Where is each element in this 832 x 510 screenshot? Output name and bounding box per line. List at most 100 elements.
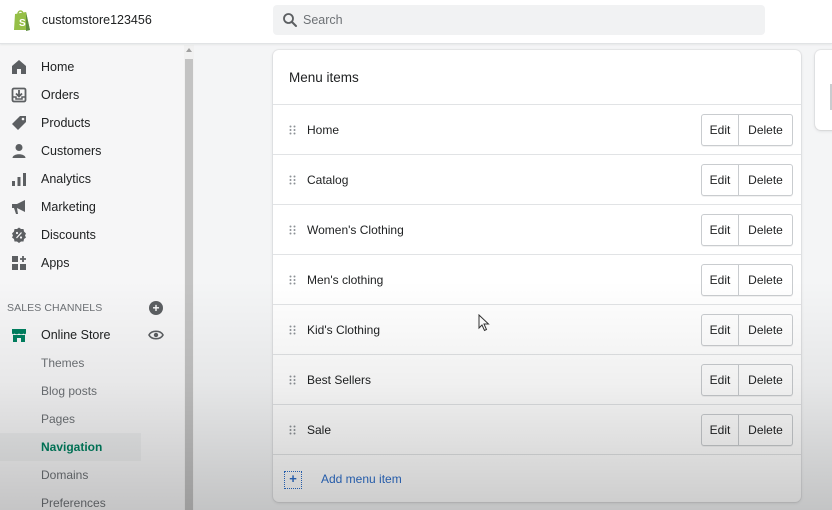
megaphone-icon (10, 198, 28, 216)
drag-handle-icon[interactable] (289, 425, 296, 435)
sidebar-item-label: Orders (41, 88, 80, 102)
menu-item-row[interactable]: Catalog Edit Delete (273, 155, 801, 205)
sidebar-item-label: Customers (41, 144, 102, 158)
sidebar-item-label: Marketing (41, 200, 96, 214)
sidebar-subitem-label: Domains (41, 468, 89, 482)
sidebar-item-label: Analytics (41, 172, 92, 186)
sidebar-subitem-pages[interactable]: Pages (0, 405, 141, 433)
sidebar-item-customers[interactable]: Customers (0, 137, 184, 165)
drag-handle-icon[interactable] (289, 325, 296, 335)
search-icon (283, 13, 297, 27)
sidebar-item-home[interactable]: Home (0, 53, 184, 81)
store-name[interactable]: customstore123456 (42, 13, 152, 27)
sidebar-scrollbar[interactable] (184, 45, 194, 510)
add-sales-channel-icon[interactable]: + (149, 301, 163, 315)
search-bar[interactable] (273, 5, 765, 35)
menu-item-row[interactable]: Women's Clothing Edit Delete (273, 205, 801, 255)
menu-item-label: Catalog (307, 173, 349, 187)
sidebar-subitem-label: Pages (41, 412, 76, 426)
add-menu-item-label: Add menu item (321, 472, 402, 486)
add-menu-item-button[interactable]: + Add menu item (273, 455, 801, 502)
drag-handle-icon[interactable] (289, 125, 296, 135)
sidebar-item-apps[interactable]: Apps (0, 249, 184, 277)
drag-handle-icon[interactable] (289, 225, 296, 235)
menu-item-row[interactable]: Best Sellers Edit Delete (273, 355, 801, 405)
eye-icon[interactable] (148, 328, 164, 342)
edit-button[interactable]: Edit (702, 215, 739, 245)
sidebar-subitem-themes[interactable]: Themes (0, 349, 141, 377)
edit-button[interactable]: Edit (702, 265, 739, 295)
sidebar-subitem-label: Navigation (41, 440, 103, 454)
menu-item-row[interactable]: Home Edit Delete (273, 105, 801, 155)
delete-button[interactable]: Delete (739, 365, 792, 395)
row-actions: Edit Delete (701, 264, 793, 296)
top-bar: S customstore123456 (0, 0, 832, 44)
row-actions: Edit Delete (701, 114, 793, 146)
add-item-icon: + (284, 471, 302, 489)
sidebar-item-label: Online Store (41, 328, 111, 342)
sidebar-item-discounts[interactable]: Discounts (0, 221, 184, 249)
sidebar-subitem-label: Blog posts (41, 384, 98, 398)
row-actions: Edit Delete (701, 214, 793, 246)
row-actions: Edit Delete (701, 314, 793, 346)
home-icon (10, 58, 28, 76)
drag-handle-icon[interactable] (289, 275, 296, 285)
edit-button[interactable]: Edit (702, 165, 739, 195)
delete-button[interactable]: Delete (739, 215, 792, 245)
delete-button[interactable]: Delete (739, 115, 792, 145)
menu-item-row[interactable]: Kid's Clothing Edit Delete (273, 305, 801, 355)
menu-items-card: Menu items Home Edit Delete Catalog Edit Dele… (273, 50, 801, 502)
edit-button[interactable]: Edit (702, 415, 739, 445)
sidebar-subitem-label: Preferences (41, 496, 106, 510)
tag-icon (10, 114, 28, 132)
search-input[interactable] (303, 5, 743, 35)
sales-channels-title: SALES CHANNELS (7, 302, 103, 314)
sidebar-subitem-navigation[interactable]: Navigation (0, 433, 141, 461)
sidebar-item-marketing[interactable]: Marketing (0, 193, 184, 221)
edit-button[interactable]: Edit (702, 365, 739, 395)
sidebar: Home Orders Products Customers Analytics… (0, 45, 184, 510)
sidebar-item-orders[interactable]: Orders (0, 81, 184, 109)
card-title: Menu items (289, 70, 359, 85)
row-actions: Edit Delete (701, 364, 793, 396)
menu-item-label: Best Sellers (307, 373, 372, 387)
sidebar-item-products[interactable]: Products (0, 109, 184, 137)
discount-icon (10, 226, 28, 244)
side-panel-card (815, 50, 832, 130)
row-actions: Edit Delete (701, 414, 793, 446)
shopify-logo-icon[interactable]: S (12, 9, 32, 32)
orders-icon (10, 86, 28, 104)
menu-item-label: Sale (307, 423, 332, 437)
delete-button[interactable]: Delete (739, 415, 792, 445)
delete-button[interactable]: Delete (739, 265, 792, 295)
menu-item-label: Home (307, 123, 340, 137)
person-icon (10, 142, 28, 160)
sidebar-subitem-preferences[interactable]: Preferences (0, 489, 141, 510)
scrollbar-thumb[interactable] (185, 59, 193, 510)
sidebar-item-label: Home (41, 60, 75, 74)
menu-item-row[interactable]: Sale Edit Delete (273, 405, 801, 455)
edit-button[interactable]: Edit (702, 115, 739, 145)
sidebar-subitem-label: Themes (41, 356, 85, 370)
sidebar-item-label: Apps (41, 256, 70, 270)
sidebar-item-label: Products (41, 116, 91, 130)
drag-handle-icon[interactable] (289, 375, 296, 385)
menu-item-label: Kid's Clothing (307, 323, 380, 337)
bar-chart-icon (10, 170, 28, 188)
sidebar-subitem-domains[interactable]: Domains (0, 461, 141, 489)
svg-text:S: S (19, 18, 26, 29)
sidebar-subitem-blog-posts[interactable]: Blog posts (0, 377, 141, 405)
row-actions: Edit Delete (701, 164, 793, 196)
menu-item-row[interactable]: Men's clothing Edit Delete (273, 255, 801, 305)
scroll-up-arrow-icon[interactable] (186, 48, 192, 52)
edit-button[interactable]: Edit (702, 315, 739, 345)
apps-icon (10, 254, 28, 272)
mouse-cursor-icon (478, 314, 490, 332)
delete-button[interactable]: Delete (739, 165, 792, 195)
drag-handle-icon[interactable] (289, 175, 296, 185)
sidebar-item-label: Discounts (41, 228, 96, 242)
menu-item-label: Women's Clothing (307, 223, 404, 237)
delete-button[interactable]: Delete (739, 315, 792, 345)
sidebar-item-analytics[interactable]: Analytics (0, 165, 184, 193)
store-icon (10, 326, 28, 344)
